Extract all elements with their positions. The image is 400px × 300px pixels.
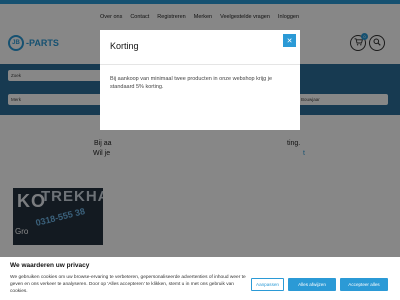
korting-modal: Korting ✕ Bij aankoop van minimaal twee … <box>100 30 300 130</box>
modal-close-button[interactable]: ✕ <box>283 34 296 47</box>
cookie-accept-all-button[interactable]: Accepteer alles <box>340 278 388 291</box>
cookie-customize-button[interactable]: Aanpassen <box>251 278 284 291</box>
cookie-text: We gebruiken cookies om uw browse-ervari… <box>10 275 246 294</box>
modal-title: Korting <box>110 41 139 51</box>
modal-divider <box>100 64 300 65</box>
modal-body-text: Bij aankoop van minimaal twee producten … <box>110 76 273 90</box>
close-icon: ✕ <box>286 37 293 45</box>
cookie-banner: We waarderen uw privacy We gebruiken coo… <box>0 257 400 300</box>
cookie-title: We waarderen uw privacy <box>10 262 90 269</box>
cookie-reject-all-button[interactable]: Alles afwijzen <box>288 278 336 291</box>
